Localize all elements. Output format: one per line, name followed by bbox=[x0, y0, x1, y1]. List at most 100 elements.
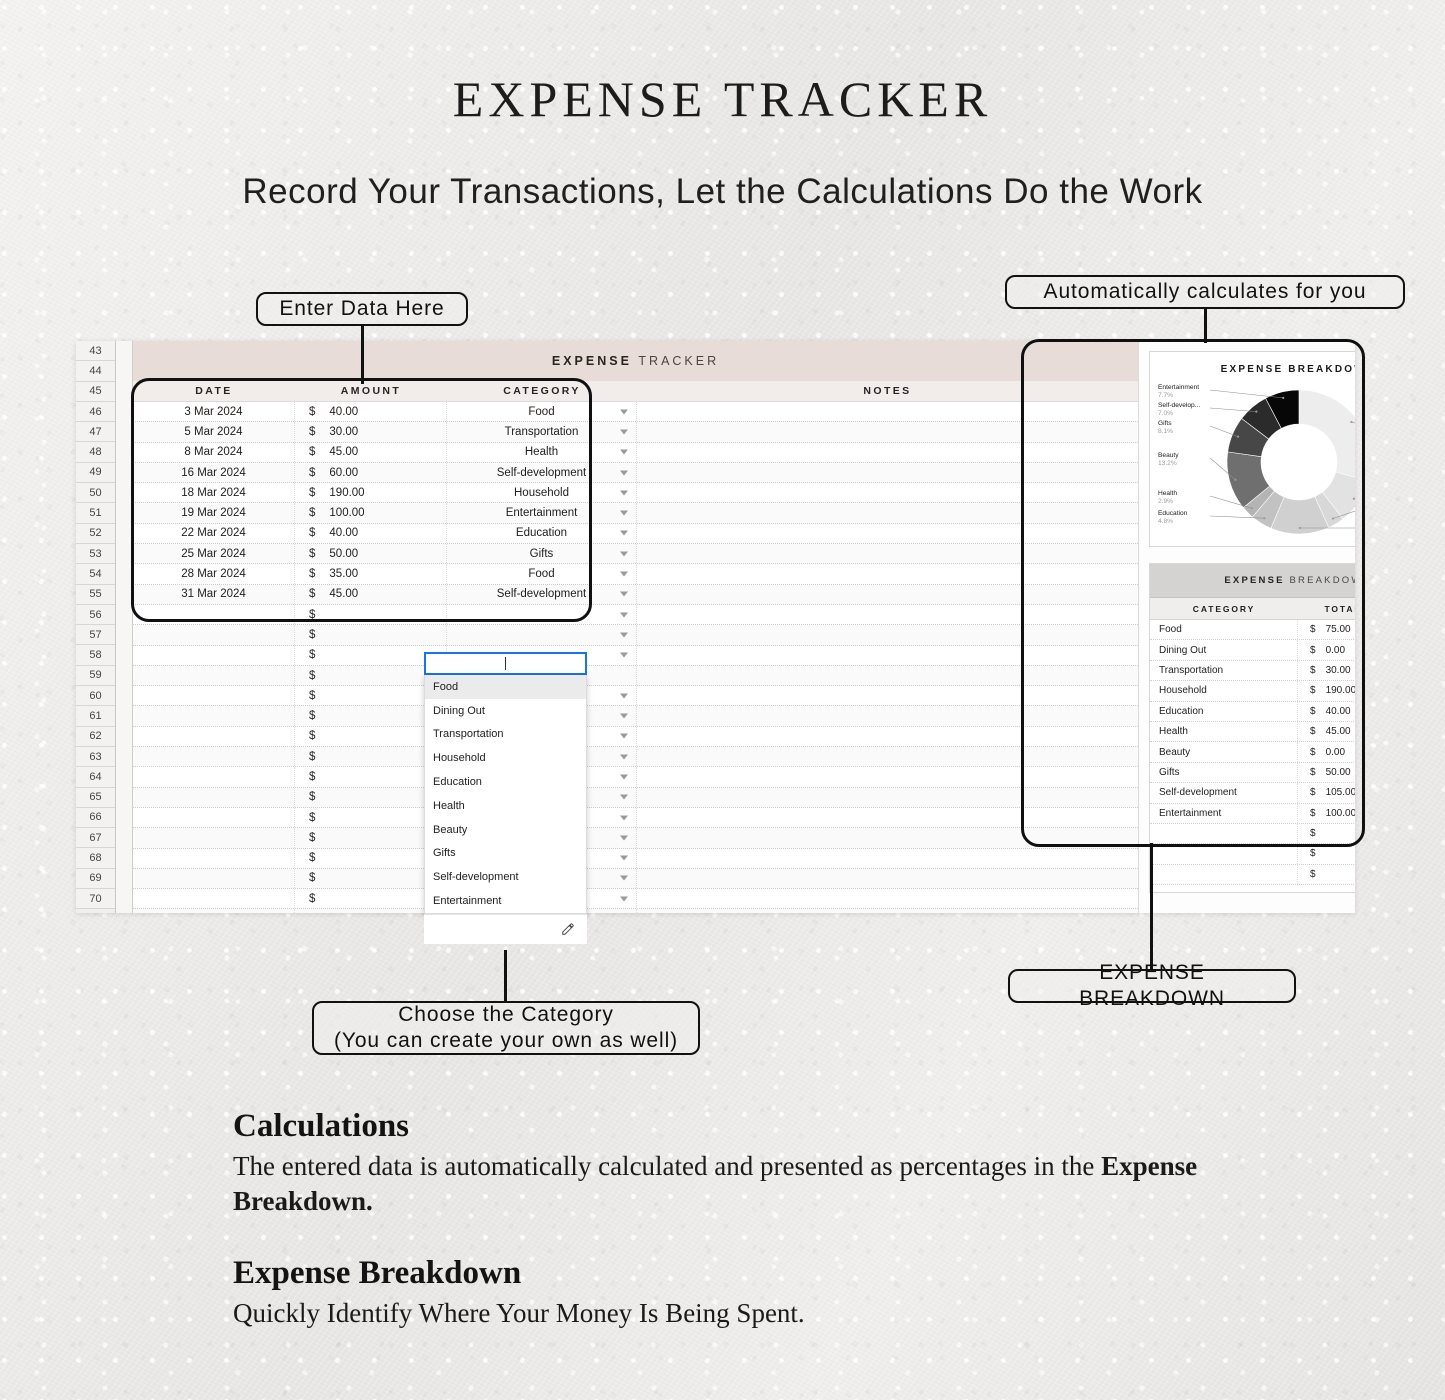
chevron-down-icon[interactable] bbox=[620, 794, 628, 800]
cell-notes[interactable] bbox=[637, 828, 1138, 847]
cell-date[interactable]: 3 Mar 2024 bbox=[133, 402, 295, 422]
cell-category[interactable] bbox=[447, 604, 637, 625]
cell-date[interactable] bbox=[133, 645, 295, 665]
dropdown-option[interactable]: Health bbox=[425, 794, 586, 818]
chevron-down-icon[interactable] bbox=[620, 693, 628, 699]
cell-amount[interactable]: $35.00 bbox=[295, 564, 447, 584]
cell-amount[interactable]: $40.00 bbox=[295, 402, 447, 422]
dropdown-option[interactable]: Household bbox=[425, 746, 586, 770]
cell-notes[interactable] bbox=[637, 402, 1138, 421]
cell-category[interactable]: Household bbox=[447, 483, 637, 503]
cell-category[interactable]: Food bbox=[447, 402, 637, 422]
cell-notes[interactable] bbox=[637, 483, 1138, 502]
cell-category[interactable]: Health bbox=[447, 442, 637, 462]
dropdown-option[interactable]: Beauty bbox=[425, 818, 586, 842]
chevron-down-icon[interactable] bbox=[620, 896, 628, 902]
chevron-down-icon[interactable] bbox=[620, 835, 628, 841]
table-row[interactable]: 31 Mar 2024 $45.00 Self-development bbox=[133, 584, 1138, 605]
cell-date[interactable] bbox=[133, 665, 295, 686]
cell-notes[interactable] bbox=[637, 422, 1138, 441]
cell-amount[interactable]: $ bbox=[295, 604, 447, 625]
dropdown-option[interactable]: Transportation bbox=[425, 723, 586, 747]
table-row[interactable]: $ bbox=[133, 645, 1138, 666]
dropdown-option[interactable]: Gifts bbox=[425, 842, 586, 866]
table-row[interactable]: $ bbox=[133, 604, 1138, 626]
dropdown-option[interactable]: Entertainment bbox=[425, 889, 586, 913]
cell-date[interactable]: 16 Mar 2024 bbox=[133, 462, 295, 483]
cell-date[interactable]: 19 Mar 2024 bbox=[133, 503, 295, 523]
cell-notes[interactable] bbox=[637, 564, 1138, 583]
chevron-down-icon[interactable] bbox=[620, 652, 628, 658]
row-number[interactable]: 68 bbox=[76, 848, 115, 869]
row-number[interactable]: 63 bbox=[76, 746, 115, 768]
cell-date[interactable] bbox=[133, 726, 295, 747]
cell-category[interactable]: Entertainment bbox=[447, 503, 637, 523]
row-number[interactable]: 64 bbox=[76, 767, 115, 788]
row-number[interactable]: 58 bbox=[76, 645, 115, 666]
table-row[interactable]: $ bbox=[133, 747, 1138, 768]
cell-notes[interactable] bbox=[637, 605, 1138, 624]
row-number[interactable]: 46 bbox=[76, 401, 115, 423]
cell-date[interactable] bbox=[133, 706, 295, 726]
cell-category[interactable]: Self-development bbox=[447, 584, 637, 604]
chevron-down-icon[interactable] bbox=[620, 591, 628, 597]
cell-date[interactable]: 22 Mar 2024 bbox=[133, 523, 295, 544]
chevron-down-icon[interactable] bbox=[620, 632, 628, 638]
row-number[interactable]: 69 bbox=[76, 868, 115, 890]
row-number[interactable]: 47 bbox=[76, 422, 115, 443]
row-number[interactable]: 70 bbox=[76, 889, 115, 910]
cell-notes[interactable] bbox=[637, 503, 1138, 522]
table-row[interactable]: 18 Mar 2024 $190.00 Household bbox=[133, 483, 1138, 504]
cell-category[interactable]: Gifts bbox=[447, 544, 637, 564]
chevron-down-icon[interactable] bbox=[620, 429, 628, 435]
cell-notes[interactable] bbox=[637, 808, 1138, 827]
cell-category[interactable]: Education bbox=[447, 523, 637, 544]
cell-notes[interactable] bbox=[637, 625, 1138, 644]
category-dropdown-input[interactable] bbox=[424, 652, 587, 675]
category-dropdown[interactable]: Food Dining Out Transportation Household Edu… bbox=[424, 652, 587, 944]
chevron-down-icon[interactable] bbox=[620, 551, 628, 557]
row-number[interactable]: 48 bbox=[76, 442, 115, 463]
table-row[interactable]: $ bbox=[133, 686, 1138, 707]
cell-notes[interactable] bbox=[637, 463, 1138, 482]
cell-date[interactable] bbox=[133, 848, 295, 868]
cell-notes[interactable] bbox=[637, 706, 1138, 725]
cell-notes[interactable] bbox=[637, 889, 1138, 908]
cell-notes[interactable] bbox=[637, 544, 1138, 563]
cell-notes[interactable] bbox=[637, 686, 1138, 705]
cell-amount[interactable]: $ bbox=[295, 625, 447, 645]
cell-amount[interactable]: $50.00 bbox=[295, 544, 447, 564]
row-number[interactable]: 49 bbox=[76, 462, 115, 484]
row-number[interactable]: 44 bbox=[76, 361, 115, 382]
row-number[interactable]: 61 bbox=[76, 706, 115, 727]
cell-notes[interactable] bbox=[637, 869, 1138, 888]
table-row[interactable]: 22 Mar 2024 $40.00 Education bbox=[133, 523, 1138, 545]
row-number[interactable]: 59 bbox=[76, 665, 115, 687]
cell-date[interactable] bbox=[133, 625, 295, 645]
chevron-down-icon[interactable] bbox=[620, 490, 628, 496]
cell-date[interactable]: 31 Mar 2024 bbox=[133, 584, 295, 604]
cell-notes[interactable] bbox=[637, 788, 1138, 807]
row-number[interactable]: 45 bbox=[76, 381, 115, 402]
chevron-down-icon[interactable] bbox=[620, 754, 628, 760]
chevron-down-icon[interactable] bbox=[620, 733, 628, 739]
row-number[interactable]: 53 bbox=[76, 543, 115, 565]
cell-category[interactable]: Transportation bbox=[447, 422, 637, 442]
chevron-down-icon[interactable] bbox=[620, 612, 628, 618]
cell-date[interactable] bbox=[133, 686, 295, 706]
table-row[interactable]: $ bbox=[133, 889, 1138, 910]
cell-amount[interactable]: $45.00 bbox=[295, 442, 447, 462]
cell-notes[interactable] bbox=[637, 666, 1138, 685]
cell-date[interactable] bbox=[133, 909, 295, 913]
table-row[interactable]: 5 Mar 2024 $30.00 Transportation bbox=[133, 422, 1138, 443]
chevron-down-icon[interactable] bbox=[620, 571, 628, 577]
cell-date[interactable] bbox=[133, 604, 295, 625]
cell-category[interactable]: Food bbox=[447, 564, 637, 584]
dropdown-option[interactable]: Dining Out bbox=[425, 699, 586, 723]
row-number[interactable]: 62 bbox=[76, 726, 115, 747]
chevron-down-icon[interactable] bbox=[620, 815, 628, 821]
row-number[interactable]: 56 bbox=[76, 604, 115, 626]
dropdown-option[interactable]: Education bbox=[425, 770, 586, 794]
row-number[interactable]: 67 bbox=[76, 828, 115, 849]
table-row[interactable]: 25 Mar 2024 $50.00 Gifts bbox=[133, 544, 1138, 565]
